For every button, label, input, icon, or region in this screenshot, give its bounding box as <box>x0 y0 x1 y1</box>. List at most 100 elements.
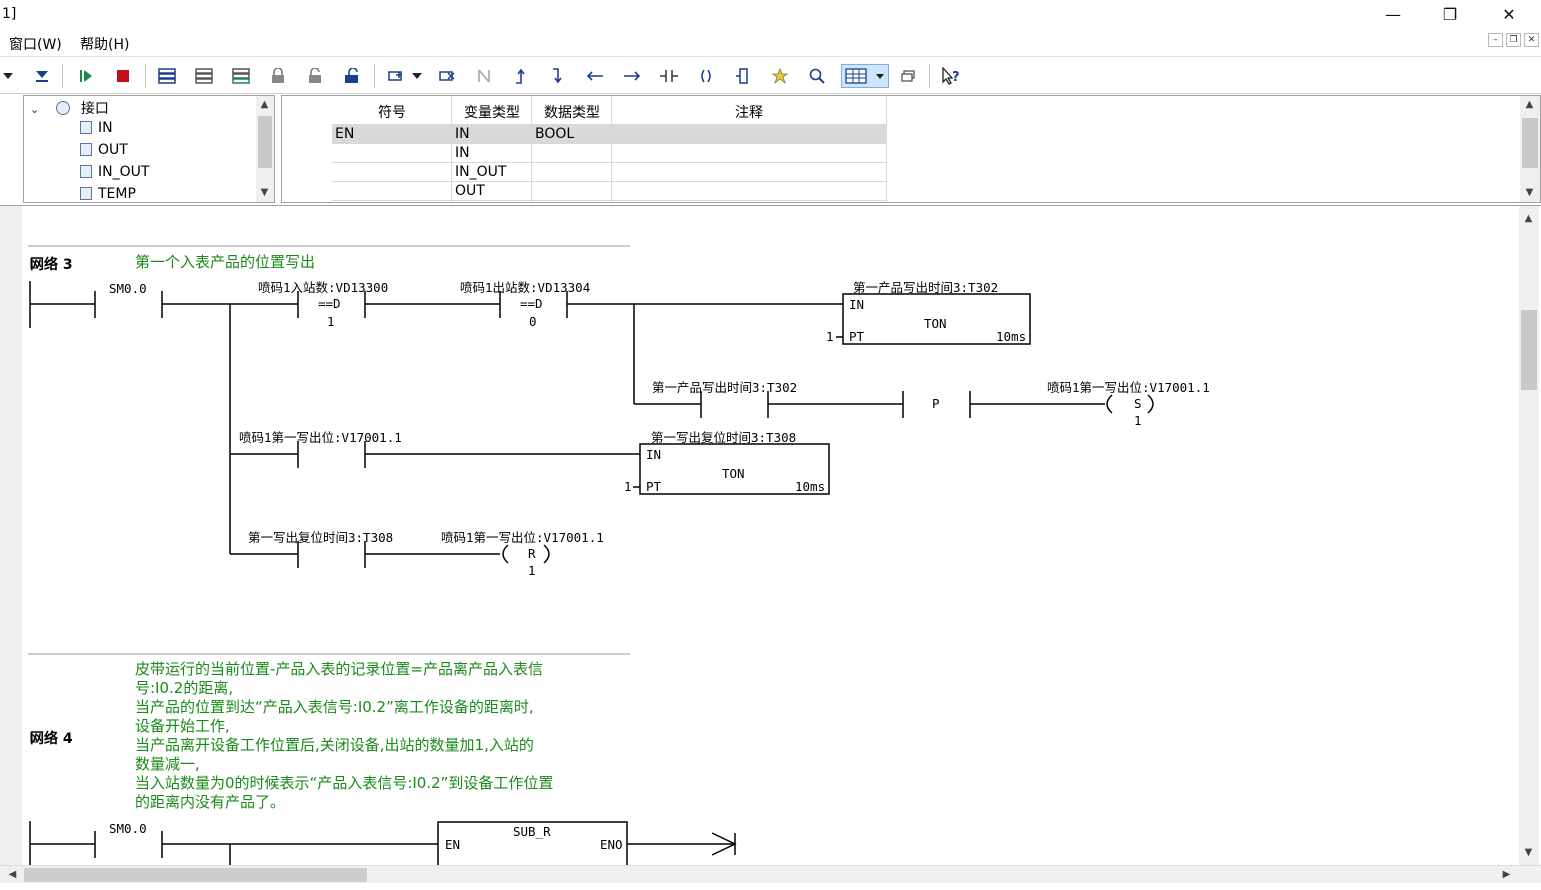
ton-1-label[interactable]: 第一产品写出时间3:T302 <box>853 280 998 295</box>
compare-1-label[interactable]: 喷码1入站数:VD13300 <box>258 280 388 295</box>
coil-s-label[interactable]: 喷码1第一写出位:V17001.1 <box>1047 380 1210 395</box>
scroll-thumb[interactable] <box>1521 310 1537 390</box>
right-line-icon[interactable] <box>619 64 645 88</box>
lock-icon[interactable] <box>265 64 291 88</box>
cell-var-type[interactable]: IN <box>455 126 470 142</box>
scroll-up-icon[interactable]: ▲ <box>256 96 273 113</box>
contact-icon[interactable] <box>656 64 682 88</box>
grid-icon[interactable] <box>841 64 889 88</box>
tree-item-in[interactable]: IN <box>80 120 113 136</box>
scroll-up-icon[interactable]: ▲ <box>1521 96 1538 113</box>
tree-scrollbar[interactable]: ▲ ▼ <box>256 96 274 202</box>
cell-symbol[interactable]: EN <box>335 126 354 142</box>
download-icon[interactable] <box>29 64 55 88</box>
unlock-icon[interactable] <box>302 64 328 88</box>
n-contact-icon[interactable] <box>471 64 497 88</box>
cell-var-type[interactable]: IN <box>455 145 470 161</box>
network-4-comment-line[interactable]: 的距离内没有产品了。 <box>135 793 285 811</box>
scroll-thumb[interactable] <box>24 868 367 882</box>
insert-dropdown-icon[interactable] <box>410 64 424 88</box>
mdi-minimize-button[interactable]: – <box>1488 33 1503 47</box>
coil-s-type: S <box>1134 396 1142 411</box>
mdi-restore-button[interactable]: ❐ <box>1506 33 1521 47</box>
cell-var-type[interactable]: IN_OUT <box>455 164 506 180</box>
box-icon[interactable] <box>730 64 756 88</box>
program-block-3-icon[interactable] <box>228 64 254 88</box>
network-4-comment-line[interactable]: 设备开始工作, <box>135 717 230 735</box>
scroll-down-icon[interactable]: ▼ <box>1521 184 1538 201</box>
down-line-icon[interactable] <box>545 64 571 88</box>
network-4-comment-line[interactable]: 当入站数量为0的时候表示“产品入表信号:I0.2”到设备工作位置 <box>135 774 553 792</box>
contact-sm0-0[interactable]: SM0.0 <box>109 821 147 836</box>
ton-2-pt-value[interactable]: 1 <box>624 479 632 494</box>
ladder-canvas[interactable]: 网络 3 第一个入表产品的位置写出 SM0.0 喷码1入站数:VD13300 =… <box>0 206 1541 865</box>
col-header-data-type[interactable]: 数据类型 <box>532 102 612 122</box>
menu-help[interactable]: 帮助(H) <box>80 34 129 54</box>
contact-sm0-0[interactable]: SM0.0 <box>109 281 147 296</box>
delete-network-icon[interactable] <box>434 64 460 88</box>
tree-item-out[interactable]: OUT <box>80 142 128 158</box>
ton-1-pt-value[interactable]: 1 <box>826 329 834 344</box>
collapse-icon[interactable]: ⌄ <box>30 103 42 116</box>
program-block-icon[interactable] <box>154 64 180 88</box>
network-4-label[interactable]: 网络 4 <box>30 730 73 747</box>
window-icon[interactable] <box>895 64 921 88</box>
network-3-comment[interactable]: 第一个入表产品的位置写出 <box>135 253 315 271</box>
variable-icon <box>80 187 92 200</box>
compare-1-value[interactable]: 1 <box>327 314 335 329</box>
network-3-label[interactable]: 网络 3 <box>30 256 73 273</box>
scroll-left-icon[interactable]: ◀ <box>4 866 21 883</box>
close-button[interactable]: ✕ <box>1486 3 1532 27</box>
network-4-comment-line[interactable]: 号:I0.2的距离, <box>135 679 233 697</box>
coil-r-label[interactable]: 喷码1第一写出位:V17001.1 <box>441 530 604 545</box>
tree-root[interactable]: ⌄ 接口 <box>30 98 109 118</box>
coil-icon[interactable] <box>693 64 719 88</box>
scroll-right-icon[interactable]: ▶ <box>1498 866 1515 883</box>
bookmark-icon[interactable] <box>767 64 793 88</box>
mdi-close-button[interactable]: ✕ <box>1524 33 1539 47</box>
dropdown-arrow-icon[interactable] <box>0 64 16 88</box>
program-block-2-icon[interactable] <box>191 64 217 88</box>
ladder-hscrollbar[interactable]: ◀ ▶ <box>0 865 1541 883</box>
col-header-symbol[interactable]: 符号 <box>332 102 452 122</box>
cell-var-type[interactable]: OUT <box>455 183 485 199</box>
contact-t302[interactable]: 第一产品写出时间3:T302 <box>652 380 797 395</box>
scroll-down-icon[interactable]: ▼ <box>1520 844 1537 861</box>
run-icon[interactable] <box>73 64 99 88</box>
scroll-thumb[interactable] <box>1522 118 1538 168</box>
col-header-comment[interactable]: 注释 <box>612 102 886 122</box>
restore-button[interactable]: ❐ <box>1427 3 1473 27</box>
minimize-button[interactable]: — <box>1370 3 1416 27</box>
sub-r-en: EN <box>445 837 460 852</box>
ton-2-label[interactable]: 第一写出复位时间3:T308 <box>651 430 796 445</box>
network-4-comment-line[interactable]: 当产品离开设备工作位置后,关闭设备,出站的数量加1,入站的 <box>135 736 534 754</box>
up-line-icon[interactable] <box>508 64 534 88</box>
col-header-var-type[interactable]: 变量类型 <box>452 102 532 122</box>
table-row-selected[interactable] <box>332 125 887 143</box>
left-line-icon[interactable] <box>582 64 608 88</box>
scroll-down-icon[interactable]: ▼ <box>256 184 273 201</box>
insert-network-icon[interactable] <box>383 64 409 88</box>
ladder-vscrollbar[interactable]: ▲ ▼ <box>1519 206 1539 865</box>
sub-r-box-name[interactable]: SUB_R <box>513 824 551 839</box>
coil-s-count[interactable]: 1 <box>1134 413 1142 428</box>
compare-2-label[interactable]: 喷码1出站数:VD13304 <box>460 280 590 295</box>
zoom-icon[interactable] <box>804 64 830 88</box>
contact-v17001-1[interactable]: 喷码1第一写出位:V17001.1 <box>239 430 402 445</box>
network-4-comment-line[interactable]: 皮带运行的当前位置-产品入表的记录位置=产品离产品入表信 <box>135 660 543 678</box>
table-scrollbar[interactable]: ▲ ▼ <box>1520 96 1540 202</box>
coil-r-count[interactable]: 1 <box>528 563 536 578</box>
scroll-thumb[interactable] <box>258 116 272 168</box>
help-icon[interactable]: ? <box>937 64 963 88</box>
cell-data-type[interactable]: BOOL <box>535 126 574 142</box>
contact-t308[interactable]: 第一写出复位时间3:T308 <box>248 530 393 545</box>
tree-item-temp[interactable]: TEMP <box>80 186 136 202</box>
protect-icon[interactable] <box>339 64 365 88</box>
stop-icon[interactable] <box>110 64 136 88</box>
tree-item-in-out[interactable]: IN_OUT <box>80 164 149 180</box>
compare-2-value[interactable]: 0 <box>529 314 537 329</box>
network-4-comment-line[interactable]: 数量减一, <box>135 755 200 773</box>
scroll-up-icon[interactable]: ▲ <box>1520 210 1537 227</box>
menu-window[interactable]: 窗口(W) <box>9 34 62 54</box>
network-4-comment-line[interactable]: 当产品的位置到达“产品入表信号:I0.2”离工作设备的距离时, <box>135 698 534 716</box>
